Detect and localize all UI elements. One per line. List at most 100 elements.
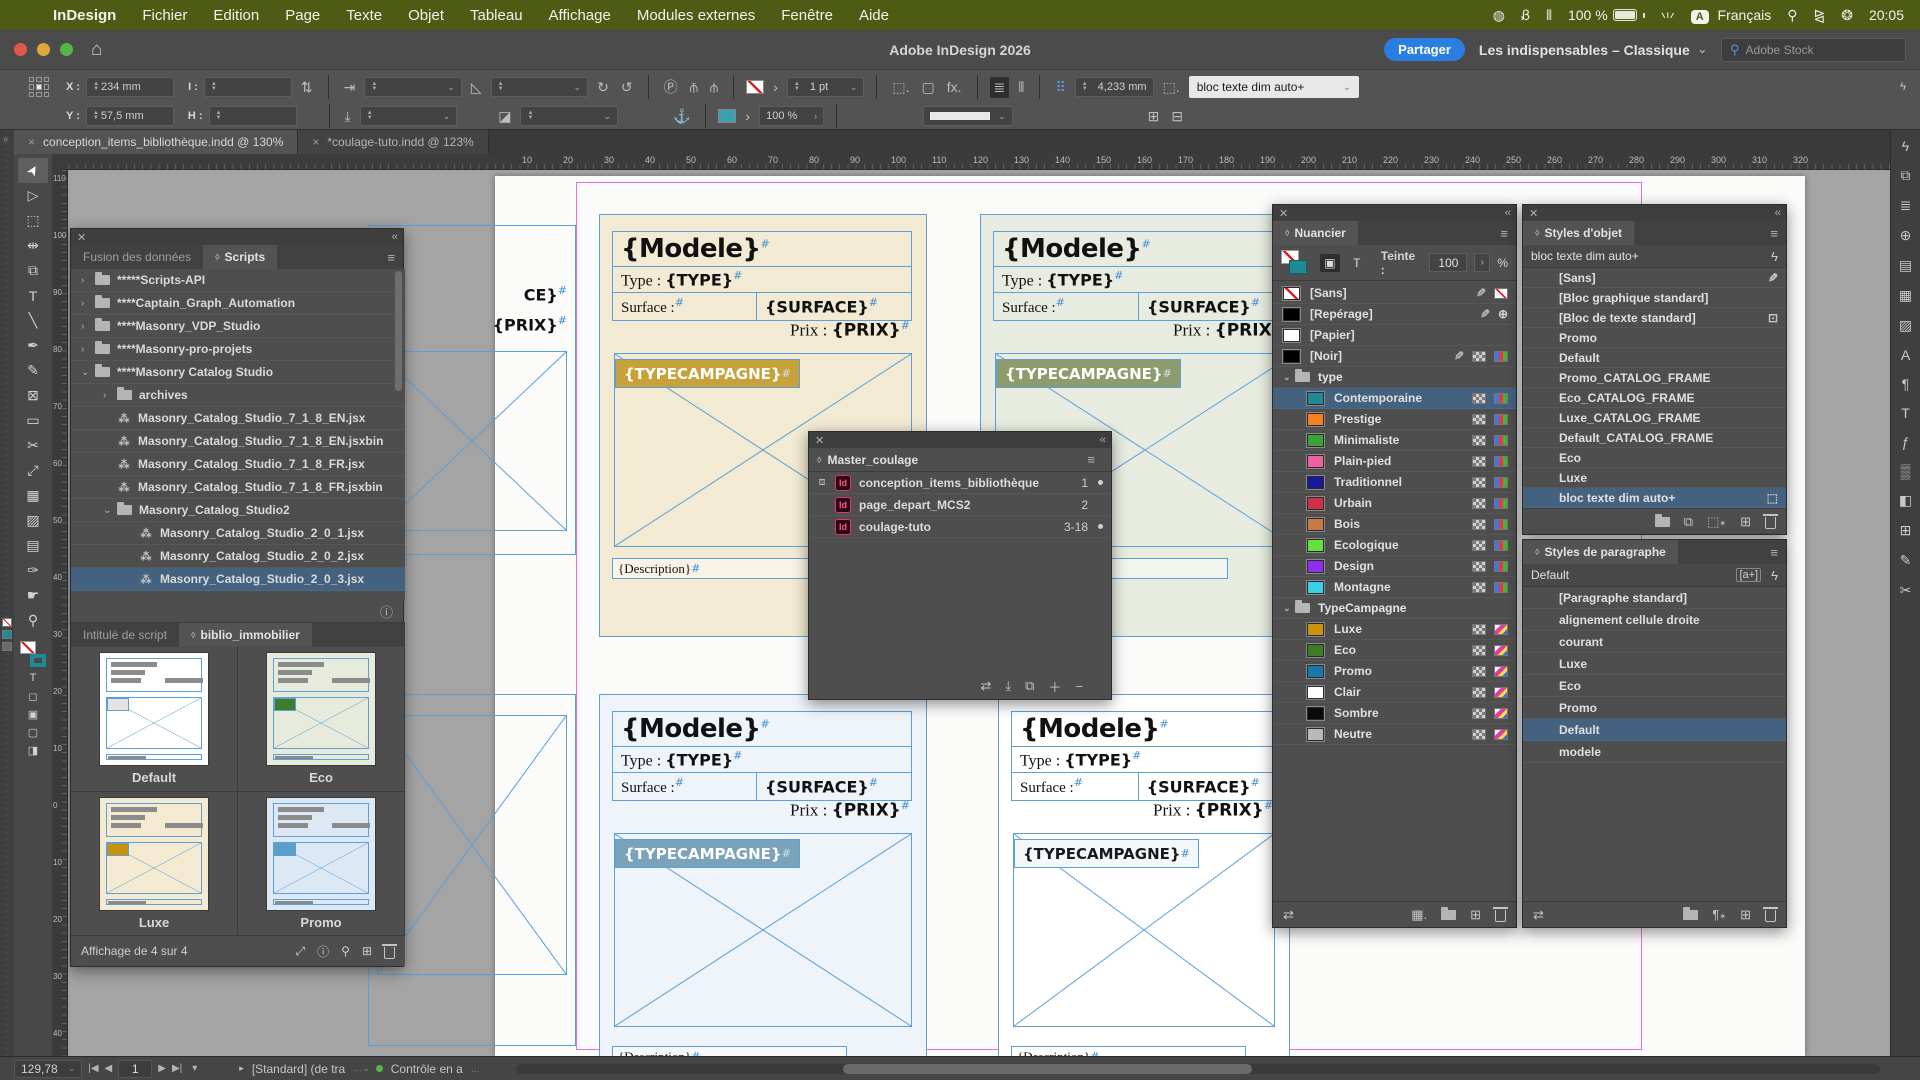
- object-style-row[interactable]: [Sans]✎: [1523, 268, 1786, 288]
- swatch-row[interactable]: [Papier]: [1273, 325, 1516, 346]
- note-tool[interactable]: ▤: [18, 533, 48, 558]
- ruler-origin[interactable]: [52, 154, 68, 170]
- swatch-row[interactable]: Minimaliste: [1273, 430, 1516, 451]
- stroke-swatch[interactable]: [1289, 260, 1307, 274]
- swatch-row[interactable]: [Sans]✎: [1273, 283, 1516, 304]
- free-transform-tool[interactable]: ⤢: [18, 458, 48, 483]
- expander-icon[interactable]: ›: [103, 390, 115, 401]
- collapse-icon[interactable]: ‹‹: [1505, 207, 1510, 219]
- character-icon[interactable]: A: [1901, 347, 1910, 363]
- app-b-icon[interactable]: Ᏸ: [1521, 7, 1530, 24]
- new-swatch-icon[interactable]: ⊞: [1470, 907, 1481, 923]
- object-style-dropdown[interactable]: bloc texte dim auto+⌄: [1189, 76, 1359, 98]
- formatting-affects-container-icon[interactable]: ▣: [1320, 254, 1340, 272]
- book-document-row[interactable]: ⧈Idconception_items_bibliothèque1: [809, 472, 1111, 494]
- library-item[interactable]: Eco: [238, 647, 405, 792]
- menu-fichier[interactable]: Fichier: [129, 0, 200, 30]
- page-tool[interactable]: ⬚: [18, 208, 48, 233]
- tint-value-field[interactable]: 100: [1429, 253, 1467, 272]
- expander-icon[interactable]: ⌄: [81, 367, 93, 378]
- left-dock-strip[interactable]: »: [0, 130, 14, 1080]
- book-add-document-icon[interactable]: ＋: [1048, 677, 1061, 696]
- tab-biblio-immobilier[interactable]: ◊biblio_immobilier: [179, 623, 312, 647]
- input-language[interactable]: A Français: [1691, 7, 1772, 23]
- first-page-icon[interactable]: |◀: [88, 1063, 98, 1074]
- scale-x-dropdown[interactable]: ▲▼⌄: [364, 77, 462, 97]
- reference-point-selector[interactable]: [26, 74, 52, 100]
- current-object-style[interactable]: bloc texte dim auto+ ϟ: [1523, 245, 1786, 268]
- expander-icon[interactable]: ›: [81, 321, 93, 332]
- effects-fx-icon[interactable]: fx.: [944, 79, 965, 95]
- menu-tableau[interactable]: Tableau: [457, 0, 536, 30]
- script-tree-item[interactable]: ›****Masonry_VDP_Studio: [71, 315, 405, 338]
- swatch-views-icon[interactable]: ⇄: [1283, 907, 1294, 923]
- swatch-row[interactable]: Prestige: [1273, 409, 1516, 430]
- color-icon[interactable]: ▦: [1899, 287, 1912, 304]
- vertical-ruler[interactable]: 110100908070605040302010010203040: [52, 170, 68, 1056]
- expander-icon[interactable]: ⌄: [1283, 372, 1295, 383]
- close-icon[interactable]: ✕: [1529, 207, 1538, 220]
- selection-tool[interactable]: ➤: [18, 158, 48, 183]
- menu-affichage[interactable]: Affichage: [536, 0, 624, 30]
- object-style-row[interactable]: Default_CATALOG_FRAME: [1523, 428, 1786, 448]
- zoom-tool[interactable]: ⚲: [18, 608, 48, 633]
- library-info-icon[interactable]: ⓘ: [317, 943, 329, 960]
- stroke-color-swatch[interactable]: [746, 80, 764, 94]
- fill-stroke-proxy[interactable]: [18, 639, 48, 669]
- screen-mode-icon[interactable]: ▣: [18, 705, 48, 723]
- product-template-frame[interactable]: {Modele}#Type : {TYPE}#Surface :#{SURFAC…: [599, 694, 927, 1056]
- paragraph-style-row[interactable]: courant: [1523, 631, 1786, 653]
- script-tree-item[interactable]: ⌄****Masonry Catalog Studio: [71, 361, 405, 384]
- shear-icon[interactable]: ◺: [468, 79, 485, 96]
- horizontal-scrollbar[interactable]: [516, 1064, 1880, 1074]
- library-item[interactable]: Luxe: [71, 792, 238, 937]
- panel-menu-icon[interactable]: ≡: [379, 245, 403, 269]
- object-style-row[interactable]: Luxe_CATALOG_FRAME: [1523, 408, 1786, 428]
- library-search-icon[interactable]: ⚲: [341, 944, 350, 958]
- object-style-row[interactable]: Eco_CATALOG_FRAME: [1523, 388, 1786, 408]
- library-item-thumbnail[interactable]: [100, 798, 208, 910]
- book-document-row[interactable]: Idcoulage-tuto3-18: [809, 516, 1111, 538]
- object-style-row[interactable]: [Bloc graphique standard]: [1523, 288, 1786, 308]
- tint-dropdown[interactable]: 100 %›: [759, 106, 824, 126]
- pen-tool[interactable]: ✒: [18, 333, 48, 358]
- script-tree-item[interactable]: ⁂Masonry_Catalog_Studio_7_1_8_EN.jsx: [71, 407, 405, 430]
- current-paragraph-style[interactable]: Default [a+] ϟ: [1523, 564, 1786, 587]
- gap-size-field[interactable]: ▲▼4,233 mm: [1075, 77, 1154, 97]
- swatch-group-row[interactable]: ⌄type: [1273, 367, 1516, 388]
- new-object-style-icon[interactable]: ⊞: [1740, 514, 1751, 530]
- flip-icon[interactable]: ◪: [495, 108, 514, 125]
- flip-vertical-icon[interactable]: ⤓: [342, 108, 354, 125]
- menu-indesign[interactable]: InDesign: [40, 0, 129, 30]
- paragraph-icon[interactable]: ¶: [1902, 376, 1910, 392]
- gradient-icon[interactable]: ▨: [1899, 317, 1912, 334]
- frame-grid-icon[interactable]: ⊞: [1145, 108, 1163, 125]
- swatch-row[interactable]: Neutre: [1273, 724, 1516, 745]
- script-tree-item[interactable]: ⁂Masonry_Catalog_Studio_2_0_2.jsx: [71, 545, 405, 568]
- paragraph-style-row[interactable]: Default: [1523, 719, 1786, 741]
- collapse-icon[interactable]: ‹‹: [1100, 434, 1105, 446]
- collapse-icon[interactable]: ‹‹: [392, 231, 397, 243]
- delete-paragraph-style-icon[interactable]: [1765, 910, 1776, 922]
- campagne-tag-chip[interactable]: {TYPECAMPAGNE}#: [615, 839, 800, 868]
- y-position-field[interactable]: ▲▼57,5 mm: [86, 106, 174, 126]
- gradient-feather-tool[interactable]: ▨: [18, 508, 48, 533]
- scissors-tool[interactable]: ✂: [18, 433, 48, 458]
- script-tree-item[interactable]: ›****Masonry-pro-projets: [71, 338, 405, 361]
- swatch-row[interactable]: Urbain: [1273, 493, 1516, 514]
- swatch-row[interactable]: Traditionnel: [1273, 472, 1516, 493]
- swatch-row[interactable]: Sombre: [1273, 703, 1516, 724]
- pen-panel-icon[interactable]: ✎: [1900, 552, 1912, 569]
- x-position-field[interactable]: ▲▼234 mm: [86, 77, 174, 97]
- auto-fit-icon[interactable]: ⬚.: [1160, 79, 1183, 96]
- object-style-row[interactable]: Promo_CATALOG_FRAME: [1523, 368, 1786, 388]
- page-menu-icon[interactable]: ▾: [192, 1063, 197, 1074]
- share-button[interactable]: Partager: [1384, 38, 1465, 61]
- expander-icon[interactable]: ›: [81, 298, 93, 309]
- swatch-row[interactable]: Montagne: [1273, 577, 1516, 598]
- close-tab-icon[interactable]: ×: [312, 135, 319, 149]
- hierarchy-icon[interactable]: ⫚: [687, 79, 701, 96]
- swatch-kind-icon[interactable]: ▦.: [1411, 907, 1427, 923]
- gap-tool[interactable]: ⇹: [18, 233, 48, 258]
- control-center-icon[interactable]: ⧎: [1813, 7, 1825, 24]
